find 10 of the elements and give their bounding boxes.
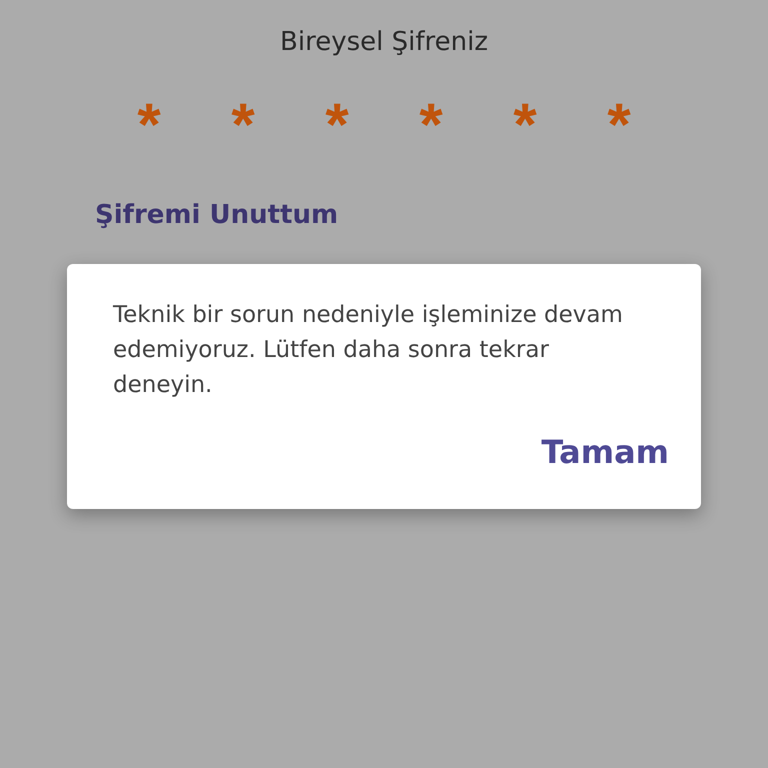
ok-button[interactable]: Tamam (541, 433, 669, 471)
dialog-message: Teknik bir sorun nedeniyle işleminize devam edemiyoruz. Lütfen daha sonra tekrar deneyin. (113, 301, 624, 400)
pin-digit: * (230, 90, 256, 150)
screen-title: Bireysel Şifreniz (279, 26, 489, 59)
pin-digit: * (324, 90, 350, 150)
pin-digit: * (418, 90, 444, 150)
pin-digit: * (136, 90, 162, 150)
pin-digit: * (512, 90, 538, 150)
forgot-password-link[interactable]: Şifremi Unuttum (95, 200, 338, 230)
pin-digit: * (606, 90, 632, 150)
